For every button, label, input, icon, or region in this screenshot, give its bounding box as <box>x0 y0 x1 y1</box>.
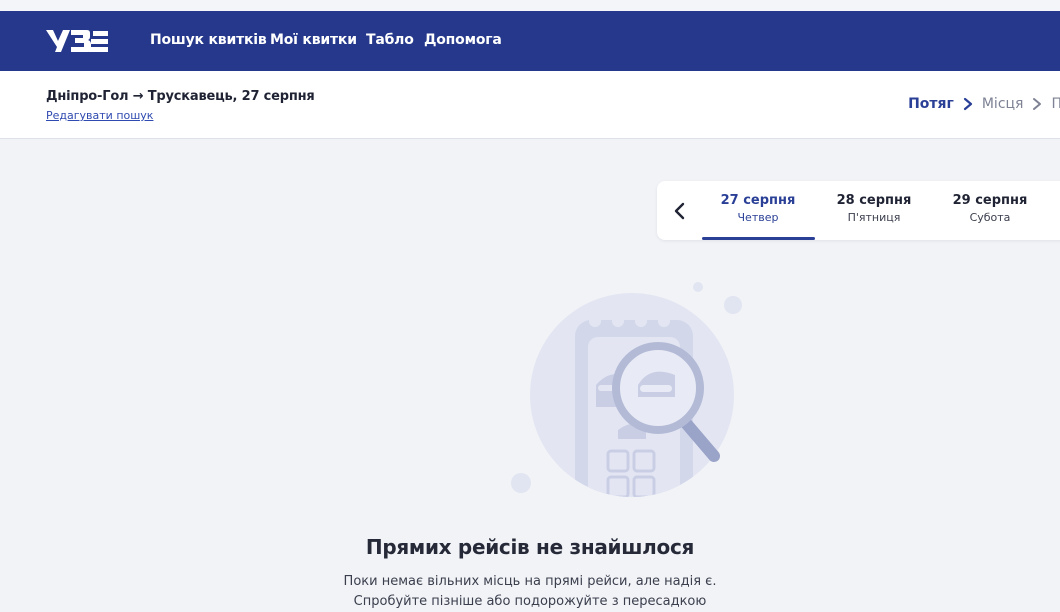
empty-state-line-1: Поки немає вільних місць на прямі рейси,… <box>343 574 717 589</box>
tab-day-label: Субота <box>969 211 1011 224</box>
empty-state-title: Прямих рейсів не знайшлося <box>365 535 695 559</box>
top-strip <box>0 0 1060 11</box>
nav-search-tickets[interactable]: Пошук квитків <box>150 32 267 48</box>
booking-steps: Потяг Місця П <box>908 96 1060 112</box>
date-tab-29[interactable]: 29 серпня Субота <box>934 193 1046 224</box>
tab-day-label: П'ятниця <box>847 211 901 224</box>
step-seats: Місця <box>981 96 1024 112</box>
top-navigation: Пошук квитків Мої квитки Табло Допомога <box>0 11 1060 71</box>
empty-state-line-2: Спробуйте пізніше або подорожуйте з пере… <box>353 594 707 609</box>
empty-state-text: Поки немає вільних місць на прямі рейси,… <box>0 572 1060 612</box>
tab-date-label: 28 серпня <box>836 193 912 208</box>
ticket-search-icon <box>511 282 742 497</box>
date-tab-27[interactable]: 27 серпня Четвер <box>702 193 814 224</box>
active-tab-indicator <box>702 237 815 240</box>
tab-date-label: 29 серпня <box>952 193 1028 208</box>
nav-board[interactable]: Табло <box>366 32 414 48</box>
tab-date-label: 27 серпня <box>720 193 796 208</box>
search-summary-bar: Дніпро-Гол → Трускавець, 27 серпня Редаг… <box>0 71 1060 139</box>
edit-search-link[interactable]: Редагувати пошук <box>46 109 153 122</box>
nav-my-tickets[interactable]: Мої квитки <box>270 32 357 48</box>
tab-day-label: Четвер <box>737 211 779 224</box>
chevron-left-icon[interactable] <box>669 199 691 223</box>
route-summary: Дніпро-Гол → Трускавець, 27 серпня <box>46 89 315 104</box>
step-passengers: П <box>1051 96 1060 112</box>
step-train[interactable]: Потяг <box>908 96 954 112</box>
nav-help[interactable]: Допомога <box>424 32 502 48</box>
chevron-right-icon <box>1033 98 1042 110</box>
chevron-right-icon <box>963 97 972 111</box>
uz-logo[interactable] <box>46 28 108 54</box>
date-selector: 27 серпня Четвер 28 серпня П'ятниця 29 с… <box>657 181 1060 240</box>
date-tab-28[interactable]: 28 серпня П'ятниця <box>818 193 930 224</box>
